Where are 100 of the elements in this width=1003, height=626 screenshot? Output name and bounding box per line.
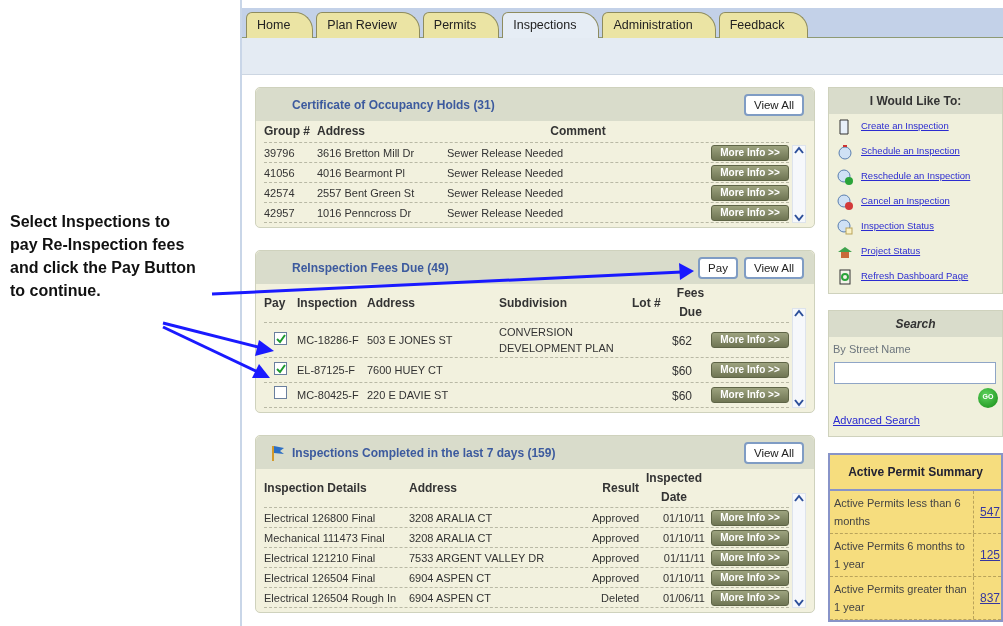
panel-title: Certificate of Occupancy Holds (31): [292, 96, 495, 114]
table-cell-text: 41056: [264, 165, 295, 181]
table-cell-text: Electrical 126504 Rough In: [264, 590, 397, 606]
field-label: By Street Name: [832, 342, 912, 357]
table-cell-text: 01/10/11: [663, 510, 705, 526]
scroll-up-icon: [794, 494, 804, 502]
table-cell-text: Sewer Release Needed: [447, 185, 564, 201]
table-cell-text: 4016 Bearmont Pl: [317, 165, 406, 181]
table-cell-text: Sewer Release Needed: [447, 145, 564, 161]
column-header: Subdivision: [499, 294, 568, 312]
scrollbar[interactable]: [792, 308, 806, 408]
table-cell-text: $60: [672, 388, 693, 405]
panel-button[interactable]: View All: [743, 256, 804, 279]
column-header: Fees Due: [675, 285, 706, 321]
action-link[interactable]: Reschedule an Inspection: [861, 169, 971, 184]
table-cell-text: 7600 HUEY CT: [367, 363, 443, 378]
count-link[interactable]: 125: [974, 546, 1001, 564]
action-link[interactable]: Create an Inspection: [861, 119, 949, 134]
checkbox[interactable]: [274, 386, 287, 400]
table-cell-text: 220 E DAVIE ST: [367, 388, 449, 403]
table-cell-text: $60: [672, 363, 693, 380]
table-cell-text: 39796: [264, 145, 295, 161]
count-link[interactable]: 547: [974, 503, 1001, 521]
checkbox[interactable]: [274, 362, 287, 376]
table-cell-text: 01/11/11: [663, 550, 705, 566]
table-cell-text: Approved: [591, 530, 639, 546]
count-link[interactable]: 837: [974, 589, 1001, 607]
table-cell-text: Approved: [591, 550, 639, 566]
refresh-document-icon: [837, 268, 853, 285]
table-cell-text: Deleted: [601, 590, 639, 606]
tab[interactable]: Feedback: [718, 12, 808, 38]
column-header: Address: [317, 123, 367, 140]
action-link[interactable]: Cancel an Inspection: [861, 194, 950, 209]
table-cell-text: Electrical 121210 Final: [264, 550, 376, 566]
table-cell-text: 7533 ARGENT VALLEY DR: [409, 550, 545, 566]
table-cell-text: 42574: [264, 185, 295, 201]
clock-cancel-icon: [837, 193, 853, 210]
search-field[interactable]: [834, 361, 996, 384]
action-link[interactable]: Inspection Status: [861, 219, 934, 234]
table-cell-text: 01/06/11: [663, 590, 705, 606]
scroll-up-icon: [794, 146, 804, 154]
table-cell-text: Approved: [591, 570, 639, 586]
scrollbar[interactable]: [792, 493, 806, 608]
tab[interactable]: Home: [246, 12, 314, 38]
column-header: Group #: [264, 123, 311, 140]
table-cell-text: MC-18286-F: [297, 333, 359, 348]
checkbox[interactable]: [274, 332, 287, 346]
column-header: Inspection: [297, 294, 358, 312]
clock-document-icon: [837, 218, 853, 235]
clock-check-icon: [837, 168, 853, 185]
table-cell-text: Electrical 126800 Final: [264, 510, 376, 526]
table-cell-text: 6904 ASPEN CT: [409, 570, 491, 586]
column-header: Inspected Date: [645, 470, 703, 506]
scroll-down-icon: [794, 599, 804, 607]
stopwatch-icon: [837, 143, 853, 160]
table-cell-text: Sewer Release Needed: [447, 205, 564, 221]
tab[interactable]: Plan Review: [316, 12, 420, 38]
table-cell-text: 3208 ARALIA CT: [409, 530, 493, 546]
summary-label: Active Permits greater than 1 year: [830, 577, 974, 619]
panel-title: I Would Like To:: [829, 88, 1002, 114]
panel-title: Active Permit Summary: [830, 455, 1001, 491]
flag-icon: [270, 443, 286, 462]
summary-label: Active Permits less than 6 months: [830, 491, 974, 533]
advanced-search-link[interactable]: Advanced Search: [829, 411, 920, 428]
column-header: Lot #: [632, 294, 662, 312]
table-cell-text: CONVERSION DEVELOPMENT PLAN: [499, 325, 615, 356]
panel-title: Search: [829, 311, 1002, 337]
table-cell-text: 42957: [264, 205, 295, 221]
column-header: Address: [409, 479, 459, 497]
panel-button[interactable]: View All: [743, 441, 804, 464]
action-link[interactable]: Refresh Dashboard Page: [861, 269, 969, 284]
table-cell-text: 01/10/11: [663, 570, 705, 586]
panel-title: ReInspection Fees Due (49): [292, 259, 449, 277]
table-cell-text: 1016 Penncross Dr: [317, 205, 412, 221]
column-header: Pay: [264, 294, 287, 312]
table-cell-text: 6904 ASPEN CT: [409, 590, 491, 606]
table-cell-text: 503 E JONES ST: [367, 333, 453, 348]
table-cell-text: 3208 ARALIA CT: [409, 510, 493, 526]
column-header: Comment: [549, 123, 607, 140]
scrollbar[interactable]: [792, 145, 806, 223]
table-cell-text: 3616 Bretton Mill Dr: [317, 145, 415, 161]
scroll-down-icon: [794, 399, 804, 407]
table-cell-text: Electrical 126504 Final: [264, 570, 376, 586]
table-cell-text: Approved: [591, 510, 639, 526]
tab[interactable]: Permits: [422, 12, 500, 38]
action-link[interactable]: Project Status: [861, 244, 921, 259]
scroll-down-icon: [794, 214, 804, 222]
table-cell-text: Sewer Release Needed: [447, 165, 564, 181]
summary-label: Active Permits 6 months to 1 year: [830, 534, 974, 576]
column-header: Result: [601, 479, 639, 497]
table-cell-text: $62: [672, 333, 693, 350]
tab[interactable]: Inspections: [502, 12, 600, 38]
panel-button[interactable]: View All: [743, 93, 804, 116]
panel-button[interactable]: Pay: [698, 256, 738, 279]
scroll-up-icon: [794, 309, 804, 317]
table-cell-text: Mechanical 111473 Final: [264, 530, 385, 546]
table-cell-text: 2557 Bent Green St: [317, 185, 415, 201]
tab[interactable]: Administration: [602, 12, 716, 38]
table-cell-text: MC-80425-F: [297, 388, 359, 403]
action-link[interactable]: Schedule an Inspection: [861, 144, 960, 159]
